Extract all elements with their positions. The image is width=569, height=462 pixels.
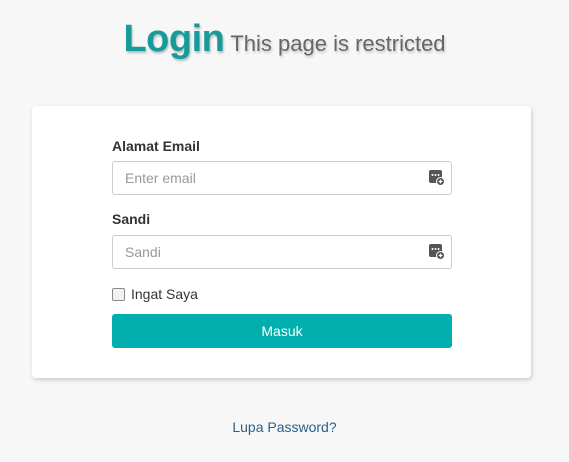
login-page: Login This page is restricted Alamat Emai… [0, 0, 569, 462]
email-field[interactable] [113, 162, 425, 194]
password-label: Sandi [112, 211, 151, 227]
password-field[interactable] [113, 236, 425, 268]
password-field-wrapper [112, 235, 452, 269]
remember-me-label: Ingat Saya [131, 286, 198, 302]
password-manager-icon[interactable] [429, 170, 445, 186]
forgot-password-container: Lupa Password? [0, 419, 569, 435]
page-title: Login [123, 18, 225, 60]
email-field-wrapper [112, 161, 452, 195]
page-subtitle: This page is restricted [230, 31, 446, 56]
login-button[interactable]: Masuk [112, 314, 452, 348]
email-label: Alamat Email [112, 138, 200, 154]
page-header: Login This page is restricted [0, 18, 569, 61]
password-manager-icon[interactable] [429, 244, 445, 260]
login-card: Alamat Email Sandi [32, 106, 531, 378]
forgot-password-link[interactable]: Lupa Password? [232, 419, 336, 435]
remember-me-checkbox[interactable] [112, 288, 125, 301]
